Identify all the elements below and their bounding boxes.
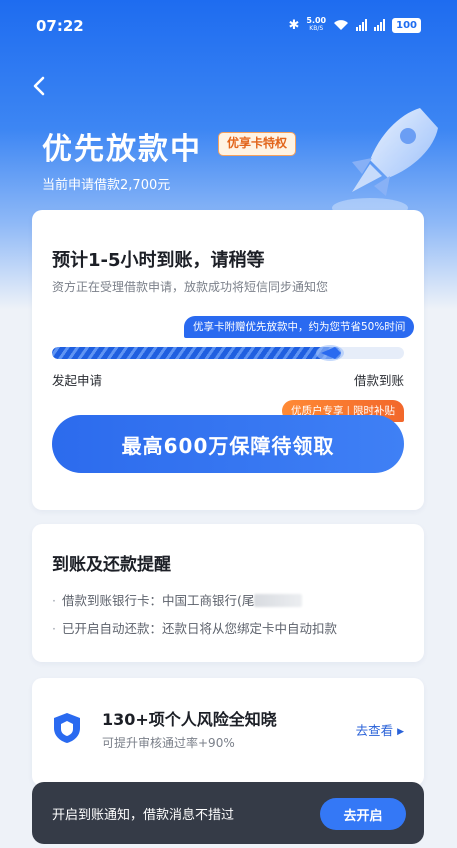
progress-track [52, 347, 404, 359]
bullet: · [52, 621, 56, 636]
progress-fill [52, 347, 341, 359]
progress-description: 资方正在受理借款申请，放款成功将短信同步通知您 [52, 280, 329, 294]
net-speed-unit: KB/S [309, 25, 324, 32]
notification-toast: 开启到账通知，借款消息不措过 去开启 [32, 782, 424, 844]
status-bar: 07:22 ✱ 5.00 KB/S 100 [0, 0, 457, 52]
claim-protection-button[interactable]: 最高600万保障待领取 [52, 415, 404, 473]
status-time: 07:22 [36, 17, 84, 35]
view-risk-link[interactable]: 去查看 ▶ [356, 720, 404, 739]
reminder-item-autopay: · 已开启自动还款：还款日将从您绑定卡中自动扣款 [52, 618, 337, 637]
progress-title: 预计1-5小时到账，请稍等 [52, 250, 265, 271]
risk-card[interactable]: 130+项个人风险全知晓 可提升审核通过率+90% 去查看 ▶ [32, 678, 424, 786]
reminder-card: 到账及还款提醒 · 借款到账银行卡：中国工商银行(尾 · 已开启自动还款：还款日将从… [32, 524, 424, 662]
signal-icon [356, 19, 368, 31]
shield-icon [54, 713, 80, 743]
status-icons: ✱ 5.00 KB/S 100 [288, 17, 421, 33]
progress-arrow-icon [316, 345, 344, 361]
bluetooth-icon: ✱ [288, 17, 300, 33]
reminder-title: 到账及还款提醒 [52, 555, 171, 575]
view-risk-label: 去查看 [355, 723, 394, 738]
signal-icon-2 [374, 19, 386, 31]
reminder-item-bank: · 借款到账银行卡：中国工商银行(尾 [52, 590, 303, 609]
net-speed-value: 5.00 [306, 16, 327, 25]
start-label: 发起申请 [52, 373, 103, 388]
privilege-tag: 优享卡特权 [218, 132, 297, 156]
subtitle-prefix: 当前申请借款 [42, 178, 121, 193]
net-speed: 5.00 KB/S [306, 17, 326, 33]
enable-notification-button[interactable]: 去开启 [320, 798, 406, 830]
priority-tip: 优享卡附赠优先放款中，约为您节省50%时间 [184, 316, 415, 338]
risk-title: 130+项个人风险全知晓 [102, 710, 277, 729]
progress-card: 预计1-5小时到账，请稍等 资方正在受理借款申请，放款成功将短信同步通知您 优享… [32, 210, 424, 510]
battery-icon: 100 [392, 17, 421, 33]
toast-text: 开启到账通知，借款消息不措过 [52, 808, 235, 823]
page-title: 优先放款中 [42, 132, 202, 167]
chevron-right-icon: ▶ [397, 727, 404, 737]
loan-amount-subtitle: 当前申请借款2,700元 [42, 174, 170, 193]
reminder-value: 还款日将从您绑定卡中自动扣款 [162, 621, 338, 636]
bullet: · [52, 593, 56, 608]
masked-card-number [254, 594, 303, 607]
back-arrow-icon[interactable] [28, 74, 52, 98]
end-label: 借款到账 [353, 373, 404, 388]
wifi-icon [334, 20, 349, 30]
reminder-value: 中国工商银行(尾 [162, 593, 255, 608]
reminder-label: 已开启自动还款： [61, 621, 162, 636]
loan-amount: 2,700元 [120, 178, 171, 193]
rocket-icon [332, 108, 438, 218]
risk-subtitle: 可提升审核通过率+90% [102, 736, 235, 750]
reminder-label: 借款到账银行卡： [61, 593, 162, 608]
